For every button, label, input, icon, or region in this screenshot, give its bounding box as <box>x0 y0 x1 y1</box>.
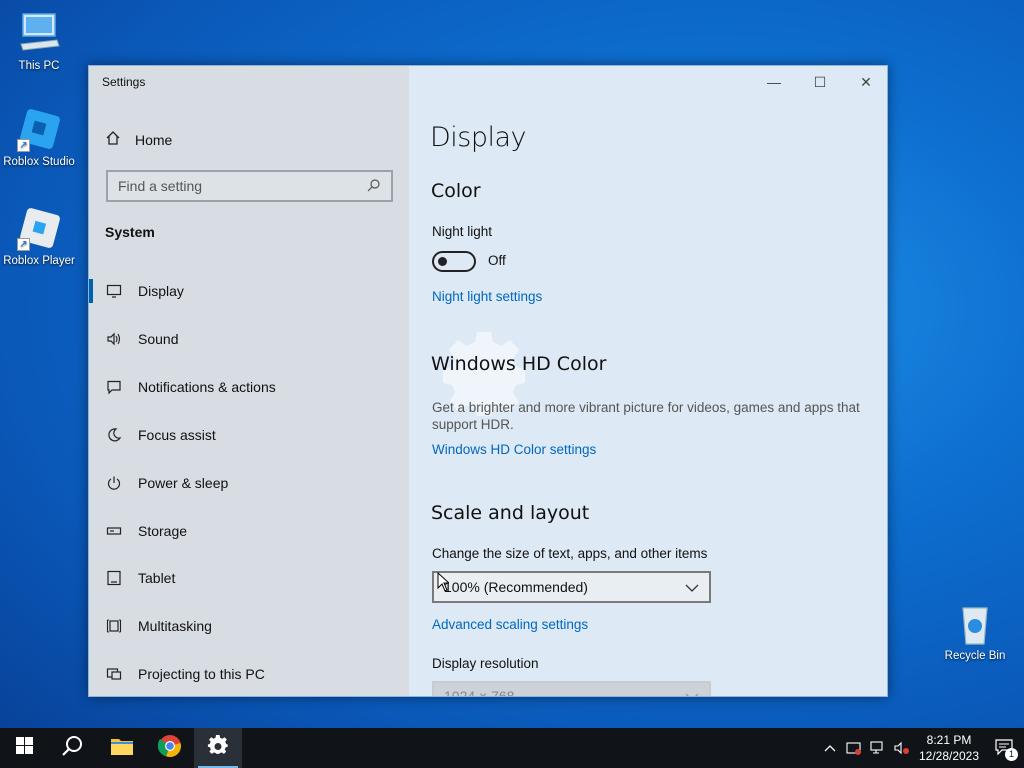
sidebar-item-label: Focus assist <box>138 427 216 443</box>
sidebar-item-label: Projecting to this PC <box>138 666 265 682</box>
close-button[interactable]: ✕ <box>843 66 887 98</box>
toggle-knob <box>438 257 447 266</box>
sidebar-item-label: Sound <box>138 331 179 347</box>
clock-time: 8:21 PM <box>926 733 972 747</box>
computer-icon <box>15 10 63 58</box>
search-button[interactable] <box>48 728 96 768</box>
sidebar-item-projecting[interactable]: Projecting to this PC <box>89 654 409 694</box>
chrome-button[interactable] <box>146 728 194 768</box>
desktop-icon-this-pc[interactable]: This PC <box>0 10 79 72</box>
sidebar-item-multitasking[interactable]: Multitasking <box>89 606 409 646</box>
night-light-toggle[interactable] <box>432 251 476 272</box>
resolution-dropdown[interactable]: 1024 × 768 <box>432 681 711 697</box>
power-icon <box>105 474 123 492</box>
scale-size-label: Change the size of text, apps, and other… <box>432 546 708 561</box>
speaker-icon <box>105 330 123 348</box>
shortcut-arrow-icon: ↗ <box>17 238 30 251</box>
volume-icon[interactable] <box>890 728 914 768</box>
mouse-cursor-icon <box>437 571 451 597</box>
sidebar-item-label: Power & sleep <box>138 475 229 491</box>
sidebar-item-label: Multitasking <box>138 618 212 634</box>
home-icon <box>105 130 121 149</box>
settings-window: Settings Home System Display Sound Notif… <box>88 65 888 697</box>
desktop-icon-label: Roblox Studio <box>3 156 75 168</box>
network-icon[interactable] <box>866 728 890 768</box>
sidebar-item-power-sleep[interactable]: Power & sleep <box>89 463 409 503</box>
chevron-down-icon <box>685 579 699 595</box>
roblox-studio-icon: ↗ <box>15 106 63 154</box>
moon-icon <box>105 426 123 444</box>
start-button[interactable] <box>0 728 48 768</box>
sidebar-item-sound[interactable]: Sound <box>89 319 409 359</box>
hd-color-heading: Windows HD Color <box>431 353 607 375</box>
notification-icon <box>105 378 123 396</box>
tablet-icon <box>105 569 123 587</box>
sidebar: Settings Home System Display Sound Notif… <box>89 66 409 696</box>
chevron-up-icon[interactable] <box>818 728 842 768</box>
minimize-button[interactable]: — <box>751 66 797 98</box>
display-resolution-label: Display resolution <box>432 656 539 671</box>
resolution-dropdown-value: 1024 × 768 <box>444 688 515 697</box>
search-icon <box>61 735 83 762</box>
chrome-icon <box>157 734 182 763</box>
scale-dropdown-value: 100% (Recommended) <box>444 579 588 595</box>
clock[interactable]: 8:21 PM 12/28/2023 <box>914 732 984 764</box>
desktop-icon-roblox-studio[interactable]: ↗ Roblox Studio <box>0 106 79 168</box>
sidebar-item-notifications[interactable]: Notifications & actions <box>89 367 409 407</box>
notification-count-badge: 1 <box>1005 748 1018 761</box>
roblox-player-icon: ↗ <box>15 205 63 253</box>
storage-icon <box>105 522 123 540</box>
file-explorer-icon <box>110 736 134 761</box>
desktop-icon-recycle-bin[interactable]: Recycle Bin <box>935 600 1015 662</box>
page-title: Display <box>430 122 527 153</box>
search-input[interactable] <box>118 178 367 194</box>
start-icon <box>15 737 33 759</box>
projecting-icon <box>105 665 123 683</box>
color-heading: Color <box>431 180 481 202</box>
taskbar: 8:21 PM 12/28/2023 1 <box>0 728 1024 768</box>
sidebar-item-label: Display <box>138 283 184 299</box>
search-box[interactable] <box>106 170 393 202</box>
desktop-icon-label: Roblox Player <box>3 255 75 267</box>
night-light-settings-link[interactable]: Night light settings <box>432 289 542 304</box>
night-light-label: Night light <box>432 224 493 239</box>
desktop-icon-roblox-player[interactable]: ↗ Roblox Player <box>0 205 79 267</box>
clock-date: 12/28/2023 <box>918 749 980 763</box>
home-label: Home <box>135 131 173 148</box>
sidebar-item-storage[interactable]: Storage <box>89 511 409 551</box>
monitor-icon <box>105 282 123 300</box>
maximize-button[interactable]: ☐ <box>797 66 843 98</box>
sidebar-item-label: Storage <box>138 523 188 539</box>
action-center-button[interactable]: 1 <box>984 728 1024 768</box>
hd-color-description: Get a brighter and more vibrant picture … <box>432 400 860 432</box>
main-content: — ☐ ✕ Display Color Night light Off Nigh… <box>409 66 887 697</box>
scale-layout-heading: Scale and layout <box>431 502 590 524</box>
advanced-scaling-link[interactable]: Advanced scaling settings <box>432 617 588 632</box>
settings-taskbar-button[interactable] <box>194 728 242 768</box>
sidebar-item-focus-assist[interactable]: Focus assist <box>89 415 409 455</box>
system-tray: 8:21 PM 12/28/2023 1 <box>818 728 1024 768</box>
scale-dropdown[interactable]: 100% (Recommended) <box>432 571 711 603</box>
desktop-icon-label: Recycle Bin <box>944 650 1006 662</box>
search-icon <box>367 178 381 195</box>
recycle-bin-icon <box>951 600 999 648</box>
desktop-icon-label: This PC <box>18 60 60 72</box>
sidebar-item-tablet[interactable]: Tablet <box>89 558 409 598</box>
security-icon[interactable] <box>842 728 866 768</box>
window-title: Settings <box>102 75 146 89</box>
shortcut-arrow-icon: ↗ <box>17 139 30 152</box>
sidebar-item-label: Notifications & actions <box>138 379 276 395</box>
chevron-down-icon <box>685 688 699 696</box>
night-light-state: Off <box>488 253 506 268</box>
home-link[interactable]: Home <box>105 130 172 149</box>
hd-color-settings-link[interactable]: Windows HD Color settings <box>432 442 596 457</box>
settings-icon <box>207 734 229 762</box>
file-explorer-button[interactable] <box>98 728 146 768</box>
section-label: System <box>105 224 155 240</box>
sidebar-item-display[interactable]: Display <box>89 271 409 311</box>
multitasking-icon <box>105 617 123 635</box>
sidebar-item-label: Tablet <box>138 570 176 586</box>
